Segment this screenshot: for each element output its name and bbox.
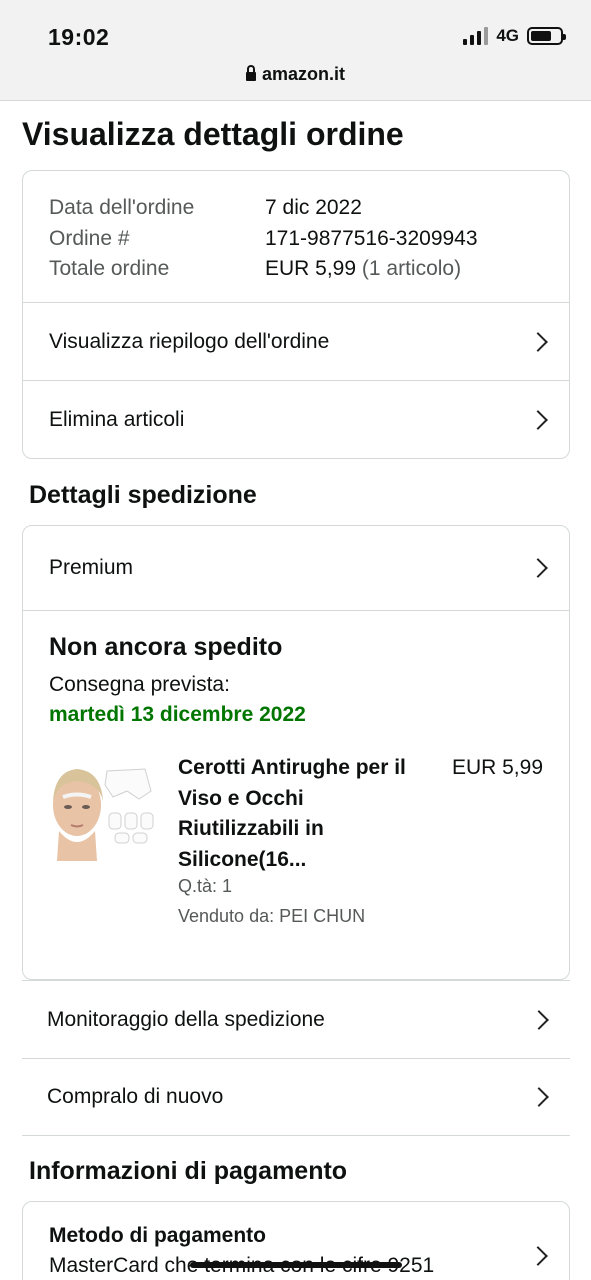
chevron-right-icon: [528, 1246, 548, 1266]
chevron-right-icon: [528, 409, 548, 430]
order-items-count: (1 articolo): [361, 257, 462, 280]
product-title[interactable]: Cerotti Antirughe per il Viso e Occhi Ri…: [178, 753, 428, 875]
chevron-right-icon: [528, 331, 548, 352]
shipping-method-label: Premium: [49, 556, 134, 579]
lock-icon: [245, 65, 256, 81]
delete-items-link[interactable]: Elimina articoli: [23, 380, 569, 458]
shipment-actions: Monitoraggio della spedizione Compralo d…: [22, 980, 570, 1136]
shipping-card: Premium Non ancora spedito Consegna prev…: [22, 525, 570, 980]
product-quantity: Q.tà: 1: [178, 876, 233, 896]
order-total-value: EUR 5,99: [265, 257, 357, 280]
network-type: 4G: [496, 26, 519, 45]
delivery-label: Consegna prevista:: [49, 673, 230, 696]
page-title: Visualizza dettagli ordine: [22, 116, 404, 152]
shipping-heading: Dettagli spedizione: [29, 481, 257, 509]
url-text: amazon.it: [261, 64, 345, 84]
order-info: Data dell'ordine 7 dic 2022 Ordine # 171-9…: [23, 171, 569, 302]
order-summary-label: Visualizza riepilogo dell'ordine: [49, 329, 330, 353]
chevron-right-icon: [529, 1009, 549, 1030]
buy-again-label: Compralo di nuovo: [47, 1085, 224, 1108]
order-date-label: Data dell'ordine: [49, 196, 195, 219]
signal-icon: [463, 27, 489, 45]
status-time: 19:02: [48, 24, 110, 50]
payment-method-label: Metodo di pagamento: [49, 1224, 266, 1247]
battery-icon: [527, 27, 566, 45]
chevron-right-icon: [529, 1087, 549, 1107]
product-seller: Venduto da: PEI CHUN: [178, 906, 366, 926]
browser-chrome: 19:02 4G amazon.it: [0, 0, 591, 101]
order-date-value: 7 dic 2022: [265, 196, 362, 219]
product-price: EUR 5,99: [451, 756, 543, 779]
payment-card[interactable]: Metodo di pagamento MasterCard che termi…: [22, 1201, 570, 1280]
order-summary-link[interactable]: Visualizza riepilogo dell'ordine: [23, 302, 569, 380]
buy-again-link[interactable]: Compralo di nuovo: [22, 1058, 570, 1136]
order-info-card: Data dell'ordine 7 dic 2022 Ordine # 171-9…: [22, 170, 570, 459]
order-number-value: 171-9877516-3209943: [265, 226, 478, 250]
order-number-label: Ordine #: [49, 226, 130, 250]
chevron-right-icon: [528, 558, 548, 578]
shipping-method-row[interactable]: Premium: [23, 526, 569, 610]
product-image[interactable]: [49, 761, 159, 861]
address-bar[interactable]: amazon.it: [0, 64, 591, 85]
delete-items-label: Elimina articoli: [49, 407, 185, 431]
delivery-date: martedì 13 dicembre 2022: [49, 703, 306, 726]
order-total-label: Totale ordine: [49, 257, 170, 280]
payment-heading: Informazioni di pagamento: [29, 1157, 348, 1185]
shipment-status: Non ancora spedito: [49, 633, 283, 661]
home-indicator[interactable]: [190, 1262, 402, 1268]
track-shipment-label: Monitoraggio della spedizione: [47, 1007, 325, 1031]
status-icons: 4G: [463, 26, 566, 46]
track-shipment-link[interactable]: Monitoraggio della spedizione: [22, 980, 570, 1058]
shipment-details: Non ancora spedito Consegna prevista: ma…: [23, 610, 569, 979]
